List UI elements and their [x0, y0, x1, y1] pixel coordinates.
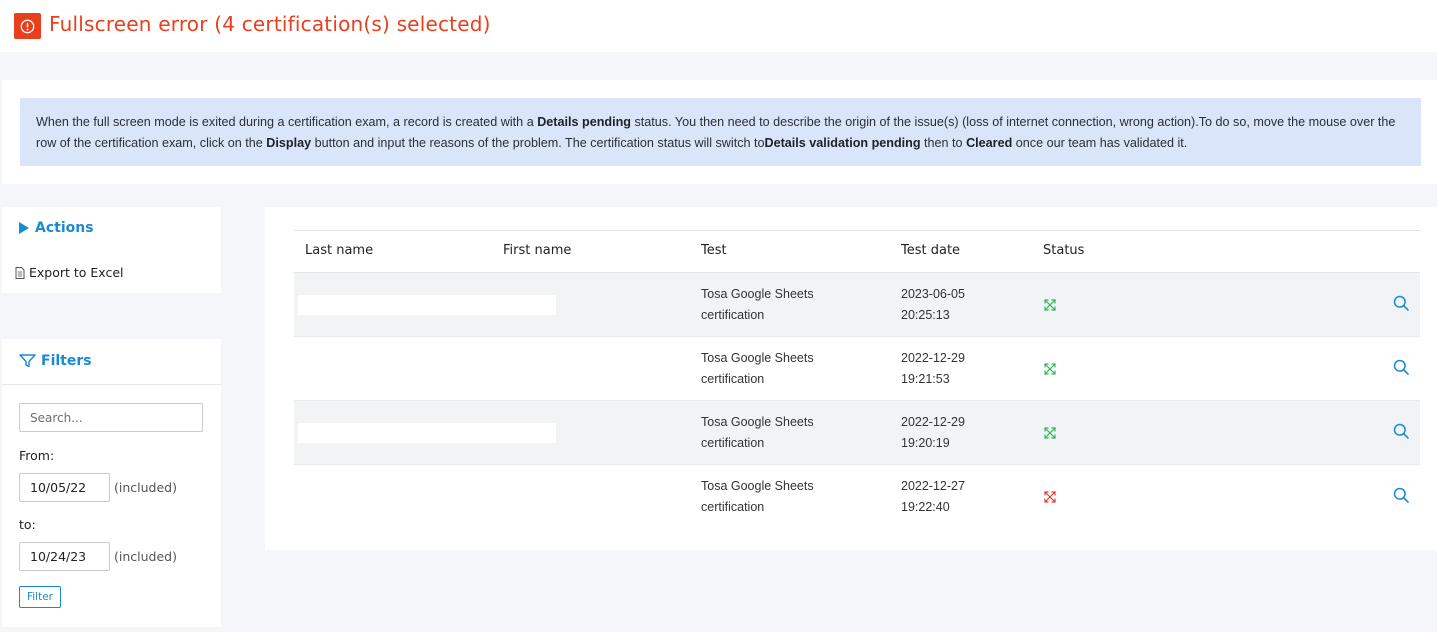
redacted-name [298, 295, 556, 315]
search-icon[interactable] [1393, 295, 1409, 311]
filters-toggle[interactable]: Filters [19, 353, 92, 369]
filter-button[interactable]: Filter [19, 586, 61, 608]
test-name-line: Tosa Google Sheets [701, 479, 814, 493]
test-cell: Tosa Google Sheets certification [701, 348, 814, 390]
test-time: 19:20:19 [901, 436, 950, 450]
page-title: Fullscreen error (4 certification(s) sel… [49, 12, 491, 36]
page-header: Fullscreen error (4 certification(s) sel… [0, 0, 1437, 52]
search-input[interactable] [19, 403, 203, 432]
divider [2, 384, 221, 385]
test-name-line: certification [701, 372, 765, 386]
filter-icon [19, 354, 36, 368]
column-status[interactable]: Status [1043, 243, 1084, 258]
results-table: Last name First name Test Test date Stat… [265, 207, 1437, 550]
test-cell: Tosa Google Sheets certification [701, 284, 814, 326]
test-name-line: certification [701, 500, 765, 514]
alert-circle-icon [14, 13, 41, 39]
actions-title: Actions [35, 220, 94, 236]
to-date-input[interactable] [19, 542, 110, 571]
table-row[interactable]: Tosa Google Sheets certification 2022-12… [294, 337, 1420, 401]
to-included-note: (included) [114, 549, 177, 564]
to-label: to: [19, 517, 36, 532]
fullscreen-exit-ok-icon [1044, 427, 1056, 439]
from-included-note: (included) [114, 480, 177, 495]
column-test-date[interactable]: Test date [901, 243, 960, 258]
test-time: 19:21:53 [901, 372, 950, 386]
date-cell: 2022-12-29 19:21:53 [901, 348, 965, 390]
caret-right-icon [19, 222, 29, 234]
search-icon[interactable] [1393, 487, 1409, 503]
from-date-input[interactable] [19, 473, 110, 502]
date-cell: 2023-06-05 20:25:13 [901, 284, 965, 326]
test-date: 2022-12-29 [901, 415, 965, 429]
test-name-line: certification [701, 308, 765, 322]
info-message: When the full screen mode is exited duri… [20, 98, 1421, 166]
column-first-name[interactable]: First name [503, 243, 571, 258]
column-last-name[interactable]: Last name [305, 243, 373, 258]
test-cell: Tosa Google Sheets certification [701, 412, 814, 454]
filters-panel: Filters From: (included) to: (included) … [2, 339, 221, 627]
export-excel-label: Export to Excel [29, 265, 124, 280]
test-name-line: Tosa Google Sheets [701, 351, 814, 365]
table-row[interactable]: Tosa Google Sheets certification 2022-12… [294, 465, 1420, 529]
test-time: 19:22:40 [901, 500, 950, 514]
test-date: 2022-12-29 [901, 351, 965, 365]
table-row[interactable]: Tosa Google Sheets certification 2023-06… [294, 273, 1420, 337]
test-date: 2022-12-27 [901, 479, 965, 493]
file-icon [15, 266, 25, 279]
from-label: From: [19, 448, 55, 463]
table-header: Last name First name Test Test date Stat… [294, 230, 1420, 273]
search-icon[interactable] [1393, 359, 1409, 375]
export-excel-link[interactable]: Export to Excel [15, 265, 124, 280]
column-test[interactable]: Test [701, 243, 727, 258]
fullscreen-exit-error-icon [1044, 491, 1056, 503]
search-icon[interactable] [1393, 423, 1409, 439]
test-name-line: Tosa Google Sheets [701, 415, 814, 429]
test-date: 2023-06-05 [901, 287, 965, 301]
fullscreen-exit-ok-icon [1044, 363, 1056, 375]
redacted-name [298, 423, 556, 443]
fullscreen-exit-ok-icon [1044, 299, 1056, 311]
test-cell: Tosa Google Sheets certification [701, 476, 814, 518]
actions-panel: Actions Export to Excel [2, 207, 221, 293]
test-name-line: certification [701, 436, 765, 450]
filters-title: Filters [41, 353, 92, 369]
actions-toggle[interactable]: Actions [19, 220, 94, 236]
table-row[interactable]: Tosa Google Sheets certification 2022-12… [294, 401, 1420, 465]
date-cell: 2022-12-29 19:20:19 [901, 412, 965, 454]
info-card: When the full screen mode is exited duri… [2, 80, 1437, 184]
date-cell: 2022-12-27 19:22:40 [901, 476, 965, 518]
test-time: 20:25:13 [901, 308, 950, 322]
test-name-line: Tosa Google Sheets [701, 287, 814, 301]
